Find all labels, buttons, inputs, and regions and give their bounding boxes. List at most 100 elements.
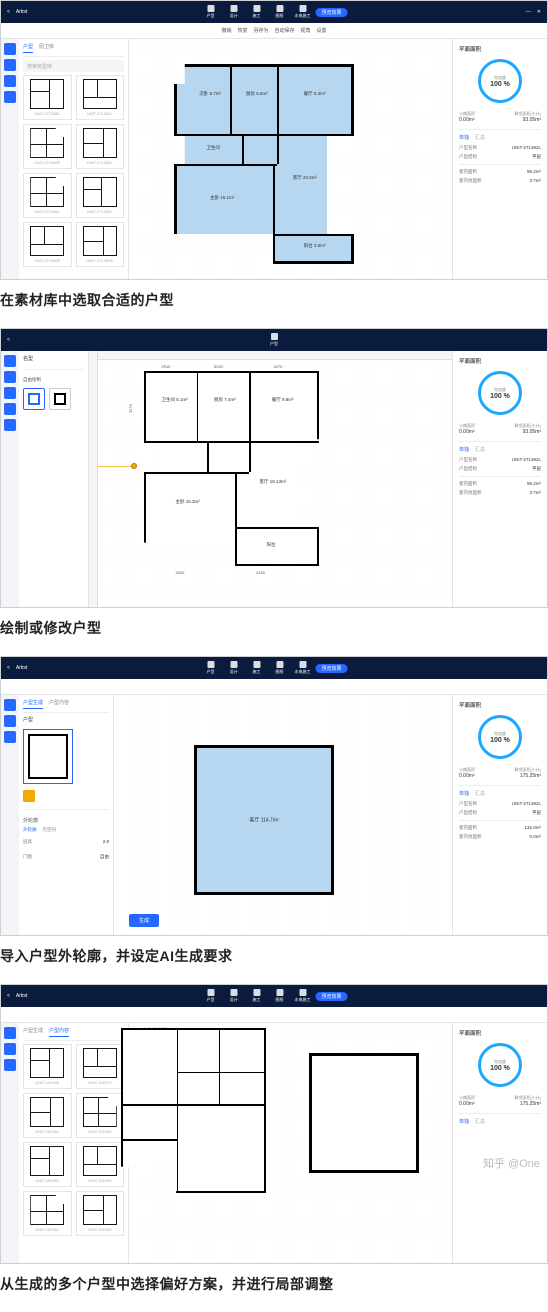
result-thumb[interactable]: UNIT-100381 — [23, 1093, 72, 1138]
top-nav[interactable]: 设计 — [223, 988, 243, 1004]
guide-handle[interactable] — [131, 463, 137, 469]
top-nav-huxing[interactable]: 户型 — [200, 4, 220, 20]
tab-huizong[interactable]: 汇总 — [475, 134, 485, 141]
caption-4: 从生成的多个户型中选择偏好方案，并进行局部调整 — [0, 1274, 548, 1294]
plan-thumb[interactable]: UNIT-271382A — [76, 222, 125, 267]
opt-inner[interactable]: 内空间 — [43, 827, 57, 833]
outline-thumb[interactable] — [23, 729, 73, 784]
floor-plan[interactable]: 次卧 5.7m² 厨房 6.8m² 餐厅 9.3m² 卫生间 主卧 15.1m²… — [174, 64, 354, 264]
tab-dandu[interactable]: 单独 — [459, 134, 469, 141]
canvas[interactable]: 次卧 5.7m² 厨房 6.8m² 餐厅 9.3m² 卫生间 主卧 15.1m²… — [129, 39, 452, 279]
result-thumb[interactable]: UNIT-100156 — [76, 1191, 125, 1236]
back-icon[interactable]: < — [7, 665, 10, 671]
top-nav[interactable]: 户型 — [200, 660, 220, 676]
canvas[interactable]: 方案生成详情 — [129, 1023, 452, 1263]
search-input[interactable]: 搜索房型库 — [23, 60, 124, 72]
nav-icon[interactable] — [4, 1043, 16, 1055]
tb-redo[interactable]: 恢复 — [237, 27, 247, 34]
back-icon[interactable]: < — [7, 993, 10, 999]
top-nav[interactable]: 图纸 — [269, 988, 289, 1004]
top-nav-sheji[interactable]: 设计 — [223, 4, 243, 20]
library-panel: 户型 厨卫库 搜索房型库 UNIT-271382L UNIT-271382L U… — [19, 39, 129, 279]
nav-door-icon[interactable] — [4, 91, 16, 103]
app-window-4: <Artist 户型 设计 施工 图纸 水电施工 预览效果 户型生成 户型内容 … — [0, 984, 548, 1264]
room-label: 客厅 20.6m² — [293, 176, 317, 181]
plan-thumb[interactable]: UNIT-271382L — [76, 173, 125, 218]
result-thumb[interactable]: UNIT-100156 — [23, 1044, 72, 1089]
preview-pill[interactable]: 预览效果 — [315, 992, 347, 1001]
floor-plan[interactable]: 2910 3020 3270 卫生间 5.1m² 厨房 7.4m² 餐厅 9.8… — [144, 371, 319, 566]
plan-outline[interactable] — [309, 1053, 419, 1173]
nav-icon[interactable] — [4, 403, 16, 415]
nav-icon[interactable] — [4, 387, 16, 399]
generate-button[interactable]: 生成 — [129, 914, 159, 927]
nav-smart-icon[interactable] — [4, 59, 16, 71]
nav-icon[interactable] — [4, 699, 16, 711]
top-nav[interactable]: 水电施工 — [292, 988, 312, 1004]
tb-saveas[interactable]: 另存为 — [253, 27, 268, 34]
titlebar: < Artist 户型 设计 施工 图纸 水电施工 预览效果 —✕ — [1, 1, 547, 23]
tab-chufang[interactable]: 厨卫库 — [39, 43, 54, 53]
close-icon[interactable]: ✕ — [537, 9, 541, 15]
plan-thumb[interactable]: UNIT-271384P — [23, 124, 72, 169]
top-nav-tuzhi[interactable]: 图纸 — [269, 4, 289, 20]
floor-plan-outline[interactable]: 客厅 114.7m² — [194, 745, 334, 895]
top-nav[interactable]: 施工 — [246, 988, 266, 1004]
tb-view[interactable]: 视角 — [301, 27, 311, 34]
tb-autosave[interactable]: 自动保存 — [275, 27, 295, 34]
plan-thumb[interactable]: UNIT-271382L — [76, 75, 125, 120]
top-nav[interactable]: 水电施工 — [292, 660, 312, 676]
top-nav-shigong[interactable]: 施工 — [246, 4, 266, 20]
plan-thumb[interactable]: UNIT-271382L — [23, 75, 72, 120]
guide-line[interactable] — [89, 466, 134, 467]
nav-icon[interactable] — [4, 355, 16, 367]
back-icon[interactable]: < — [7, 9, 10, 15]
top-nav[interactable]: 施工 — [246, 660, 266, 676]
top-nav[interactable]: 户型 — [264, 332, 284, 348]
preview-pill[interactable]: 预览效果 — [315, 8, 347, 17]
preview-pill[interactable]: 预览效果 — [315, 664, 347, 673]
result-thumb[interactable]: UNIT-100381 — [23, 1142, 72, 1187]
result-thumb[interactable]: UNIT-100156 — [76, 1142, 125, 1187]
tab-content[interactable]: 户型内容 — [49, 1027, 69, 1037]
canvas[interactable]: 2910 3020 3270 卫生间 5.1m² 厨房 7.4m² 餐厅 9.8… — [89, 351, 452, 608]
plan-thumb[interactable]: UNIT-271384P — [23, 222, 72, 267]
left-nav — [1, 695, 19, 935]
back-icon[interactable]: < — [7, 337, 10, 343]
wall-tool[interactable] — [23, 388, 45, 410]
room-label: 阳台 3.9m² — [304, 244, 326, 249]
result-thumb[interactable]: UNIT-100156 — [76, 1093, 125, 1138]
result-thumb[interactable]: UNIT-100381 — [23, 1191, 72, 1236]
dimension: 4150 — [256, 570, 265, 575]
dimension: 3270 — [128, 404, 133, 413]
top-nav[interactable]: 户型 — [200, 988, 220, 1004]
top-nav[interactable]: 设计 — [223, 660, 243, 676]
nav-icon[interactable] — [4, 419, 16, 431]
warning-icon — [23, 790, 35, 802]
nav-center-icon[interactable] — [4, 75, 16, 87]
tb-settings[interactable]: 设置 — [317, 27, 327, 34]
minimize-icon[interactable]: — — [526, 9, 531, 15]
nav-icon[interactable] — [4, 371, 16, 383]
result-thumb[interactable]: UNIT-100372 — [76, 1044, 125, 1089]
room-tool[interactable] — [49, 388, 71, 410]
top-nav[interactable]: 图纸 — [269, 660, 289, 676]
tab-gen[interactable]: 户型生成 — [23, 699, 43, 709]
nav-material-icon[interactable] — [4, 43, 16, 55]
nav-icon[interactable] — [4, 1059, 16, 1071]
canvas[interactable]: 客厅 114.7m² 生成 — [114, 695, 452, 935]
tab-huxing[interactable]: 户型 — [23, 43, 33, 53]
tab-content[interactable]: 户型内容 — [49, 699, 69, 709]
nav-icon[interactable] — [4, 715, 16, 727]
generate-panel: 户型生成 户型内容 户型 外轮廓 外轮廓 内空间 层高2.8 门窗自由 — [19, 695, 114, 935]
plan-thumb[interactable]: UNIT-271382L — [23, 173, 72, 218]
plan-thumb[interactable]: UNIT-271382L — [76, 124, 125, 169]
tb-undo[interactable]: 撤销 — [221, 27, 231, 34]
nav-icon[interactable] — [4, 731, 16, 743]
top-nav-shuidian[interactable]: 水电施工 — [292, 4, 312, 20]
tab-gen[interactable]: 户型生成 — [23, 1027, 43, 1037]
opt-outline[interactable]: 外轮廓 — [23, 827, 37, 833]
generated-plan[interactable] — [121, 1028, 266, 1193]
panel-title: 平面面积 — [459, 45, 541, 53]
nav-icon[interactable] — [4, 1027, 16, 1039]
